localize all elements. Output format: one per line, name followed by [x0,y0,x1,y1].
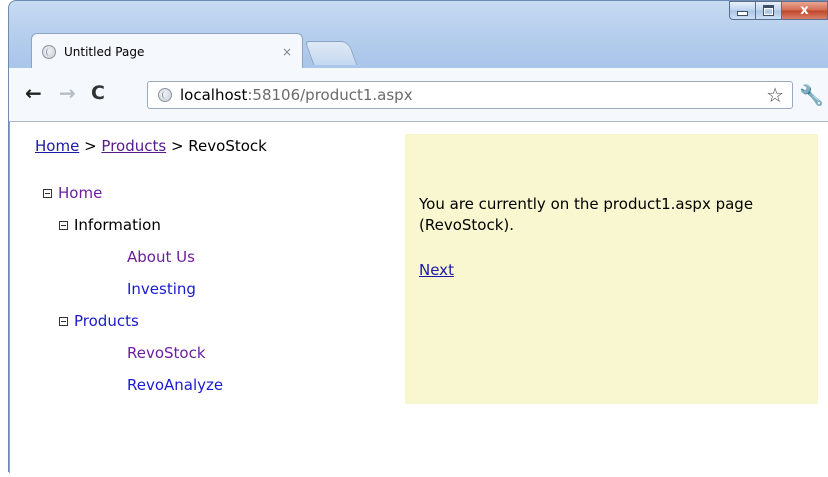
window-caption-buttons: x [729,1,828,21]
breadcrumb-separator: > [79,137,102,155]
panel-message: You are currently on the product1.aspx p… [419,195,754,234]
close-window-button[interactable]: x [782,1,828,20]
tree-link-about-us[interactable]: About Us [127,248,195,266]
tree-node-products: Products [59,312,139,330]
browser-toolbar: ← → C localhost:58106/product1.aspx ☆ 🔧 [9,68,828,122]
site-info-icon[interactable] [158,88,172,102]
collapse-icon[interactable] [43,188,52,198]
browser-window: x Untitled Page × ← → C localhost:58106/… [8,0,828,473]
minimize-icon [737,11,748,16]
new-tab-button[interactable] [304,41,358,65]
tree-node-revoanalyze: RevoAnalyze [127,376,223,394]
breadcrumb: Home > Products > RevoStock [35,137,267,155]
collapse-icon[interactable] [59,220,68,230]
tree-link-revoanalyze[interactable]: RevoAnalyze [127,376,223,394]
wrench-menu-icon[interactable]: 🔧 [799,84,824,106]
tree-node-investing: Investing [127,280,196,298]
forward-arrow-icon[interactable]: → [59,82,76,104]
content-panel: You are currently on the product1.aspx p… [405,134,818,404]
tab-close-icon[interactable]: × [282,45,292,59]
bookmark-star-icon[interactable]: ☆ [766,84,784,106]
tree-node-home: Home [43,184,102,202]
page-globe-icon [42,44,56,59]
tree-node-about-us: About Us [127,248,195,266]
breadcrumb-separator: > [166,137,189,155]
breadcrumb-current: RevoStock [188,137,267,155]
url-host: localhost [180,86,248,104]
tree-label-information: Information [74,216,161,234]
tree-link-products[interactable]: Products [74,312,139,330]
next-link[interactable]: Next [419,261,454,279]
maximize-button[interactable] [756,1,782,20]
address-bar[interactable]: localhost:58106/product1.aspx ☆ [147,81,793,109]
collapse-icon[interactable] [59,316,68,326]
minimize-button[interactable] [729,1,756,20]
page-content: Home > Products > RevoStock Home Informa… [9,122,828,473]
url-path: :58106/product1.aspx [247,86,413,104]
close-icon: x [800,3,809,18]
url-text[interactable]: localhost:58106/product1.aspx [180,86,413,104]
tab-untitled-page[interactable]: Untitled Page × [31,33,303,69]
tree-link-home[interactable]: Home [58,184,102,202]
reload-icon[interactable]: C [91,82,105,104]
tab-title: Untitled Page [64,44,145,59]
tree-node-information: Information [59,216,161,234]
breadcrumb-products-link[interactable]: Products [101,137,166,155]
breadcrumb-home-link[interactable]: Home [35,137,79,155]
tree-link-revostock[interactable]: RevoStock [127,344,206,362]
maximize-icon [763,5,774,16]
tree-node-revostock: RevoStock [127,344,206,362]
tree-link-investing[interactable]: Investing [127,280,196,298]
back-arrow-icon[interactable]: ← [25,82,42,104]
